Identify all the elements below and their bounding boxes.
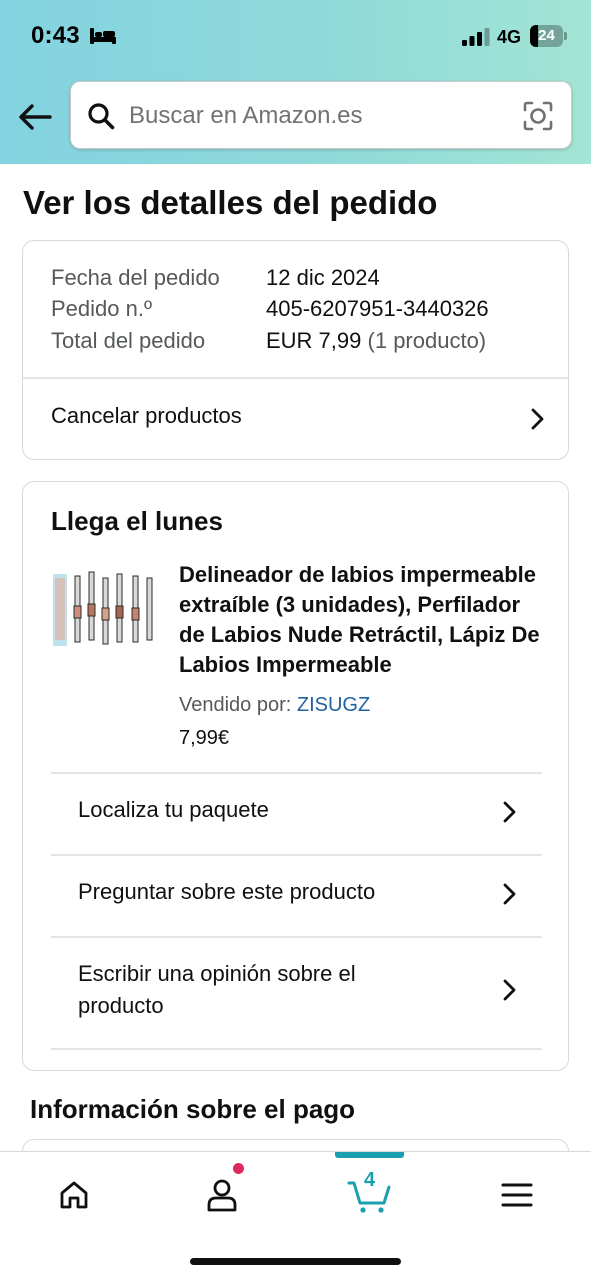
chevron-right-icon	[531, 408, 544, 430]
cart-count-badge: 4	[364, 1169, 376, 1191]
order-total-value: EUR 7,99 (1 producto)	[266, 328, 486, 354]
status-bar: 0:43 4G 24	[0, 0, 591, 72]
notification-dot	[232, 1162, 245, 1175]
divider	[51, 1048, 542, 1050]
battery-level: 24	[538, 27, 555, 44]
ask-product-label: Preguntar sobre este producto	[78, 879, 376, 904]
menu-icon	[501, 1183, 533, 1207]
order-date-value: 12 dic 2024	[266, 265, 380, 290]
ask-product-row[interactable]: Preguntar sobre este producto	[23, 856, 568, 936]
product-image[interactable]	[51, 568, 157, 652]
back-button[interactable]	[14, 98, 56, 136]
order-total-label: Total del pedido	[51, 328, 206, 353]
sold-by: Vendido por: ZISUGZ	[179, 694, 370, 717]
write-review-label: Escribir una opinión sobre el producto	[78, 961, 356, 1018]
search-bar[interactable]	[70, 81, 572, 149]
product-price: 7,99€	[179, 727, 230, 749]
track-package-label: Localiza tu paquete	[78, 797, 269, 822]
cellular-signal-icon	[462, 28, 490, 46]
nav-account[interactable]	[192, 1170, 252, 1220]
sleep-focus-icon	[90, 28, 116, 44]
status-time: 0:43	[31, 22, 80, 49]
battery-icon: 24	[530, 25, 567, 47]
product-title-link[interactable]: Delineador de labios impermeable extraíb…	[179, 560, 549, 680]
sold-by-label: Vendido por:	[179, 694, 297, 716]
cancel-products-label: Cancelar productos	[51, 403, 242, 428]
search-input[interactable]	[129, 98, 509, 134]
home-indicator	[190, 1258, 401, 1265]
order-number-label: Pedido n.º	[51, 296, 152, 321]
write-review-row[interactable]: Escribir una opinión sobre el producto	[23, 938, 568, 1048]
page-title: Ver los detalles del pedido	[23, 184, 438, 221]
delivery-title: Llega el lunes	[51, 506, 223, 536]
payment-section-title: Información sobre el pago	[30, 1094, 356, 1124]
track-package-row[interactable]: Localiza tu paquete	[23, 774, 568, 854]
chevron-right-icon	[503, 979, 516, 1001]
order-summary-card: Fecha del pedido 12 dic 2024 Pedido n.º …	[22, 240, 569, 460]
order-total-amount: EUR 7,99	[266, 328, 362, 353]
order-date-label: Fecha del pedido	[51, 265, 220, 290]
delivery-card: Llega el lunes Delineador de labios impe…	[22, 481, 569, 1071]
active-tab-indicator	[335, 1152, 404, 1158]
account-icon	[207, 1179, 237, 1212]
order-number-value: 405-6207951-3440326	[266, 296, 489, 321]
app-header: 0:43 4G 24	[0, 0, 591, 164]
network-type: 4G	[497, 27, 522, 47]
home-icon	[60, 1181, 88, 1209]
nav-menu[interactable]	[487, 1170, 547, 1220]
search-icon	[88, 103, 115, 130]
camera-search-icon[interactable]	[522, 100, 554, 132]
nav-home[interactable]	[44, 1170, 104, 1220]
chevron-right-icon	[503, 883, 516, 905]
cancel-products-row[interactable]: Cancelar productos	[23, 379, 568, 459]
order-item-count: (1 producto)	[367, 328, 487, 353]
arrow-left-icon	[19, 104, 52, 130]
chevron-right-icon	[503, 801, 516, 823]
seller-link[interactable]: ZISUGZ	[297, 694, 370, 716]
